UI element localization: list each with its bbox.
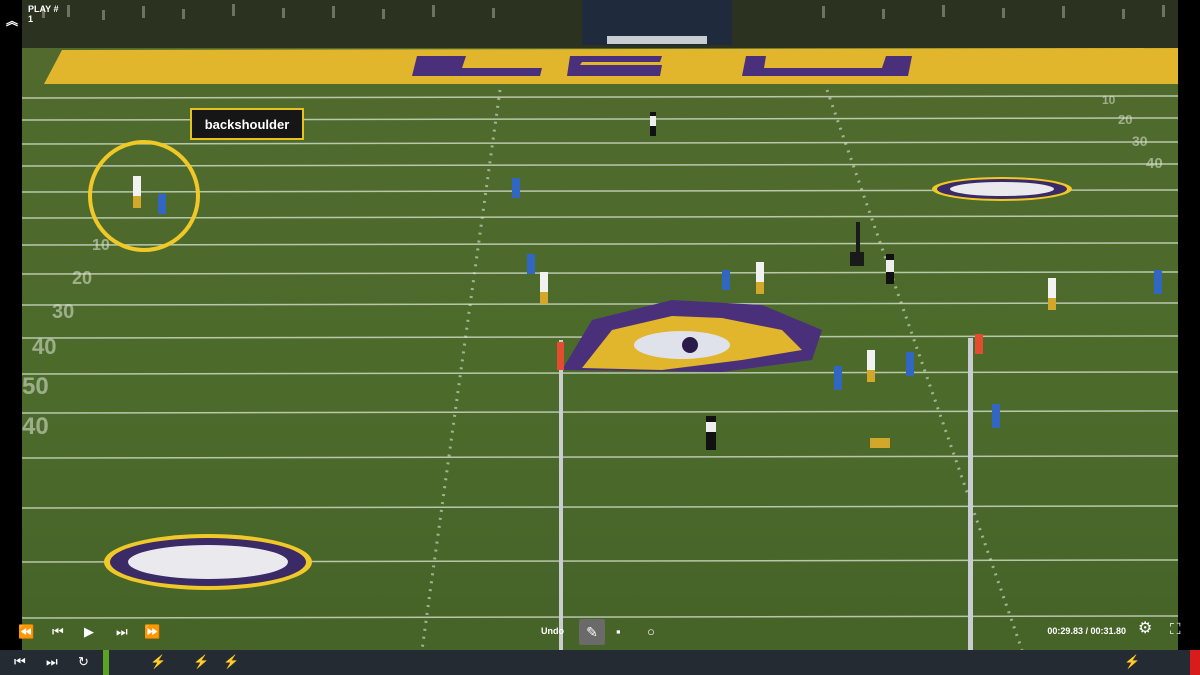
playback-controls: ⏪ ⏮ ▶ ⏭ ⏩ Undo ✎ ▪ ○ 00:29.83 / 00:31.80…	[0, 616, 1200, 650]
total-time: 00:31.80	[1090, 626, 1126, 636]
annotation-text: backshoulder	[204, 116, 290, 132]
pencil-icon[interactable]: ✎	[579, 619, 605, 645]
play-number: 1	[28, 14, 34, 24]
skip-start-icon[interactable]: ⏮	[14, 654, 26, 670]
skip-end-icon[interactable]: ⏭	[46, 654, 58, 670]
chevrons-up-icon[interactable]: ︽	[6, 12, 18, 29]
zigzag-marker-icon[interactable]: ⚡	[150, 654, 166, 670]
undo-button[interactable]: Undo	[541, 626, 564, 636]
svg-text:20: 20	[1118, 112, 1132, 127]
video-player[interactable]: 10 20 30 40 50 40 10 20 30 40 ︽ PLAY # 1…	[0, 0, 1200, 650]
svg-text:40: 40	[32, 334, 56, 359]
timeline-end-marker[interactable]	[1190, 650, 1200, 675]
svg-text:40: 40	[22, 413, 49, 440]
zigzag-marker-icon[interactable]: ⚡	[223, 654, 239, 670]
svg-text:50: 50	[22, 373, 49, 400]
timeline-bar: ⏮ ⏭ ↻ ⚡ ⚡ ⚡ ⚡	[0, 650, 1200, 675]
annotation-circle[interactable]	[88, 140, 200, 252]
svg-text:10: 10	[92, 237, 110, 254]
svg-text:30: 30	[1132, 133, 1148, 149]
svg-text:10: 10	[1102, 93, 1116, 107]
gear-icon[interactable]: ⚙	[1138, 621, 1152, 637]
current-time: 00:29.83	[1047, 626, 1083, 636]
zigzag-marker-icon[interactable]: ⚡	[1124, 654, 1140, 670]
rewind-icon[interactable]: ⏪	[18, 624, 34, 640]
comment-icon[interactable]: ▪	[616, 624, 621, 640]
fast-forward-icon[interactable]: ⏩	[144, 624, 160, 640]
step-back-icon[interactable]: ⏮	[52, 624, 64, 640]
timeline-current-marker[interactable]	[103, 650, 109, 675]
play-label-text: PLAY #	[28, 4, 59, 14]
fullscreen-icon[interactable]: ⛶	[1170, 622, 1181, 638]
refresh-icon[interactable]: ↻	[78, 654, 89, 670]
circle-icon[interactable]: ○	[647, 624, 655, 640]
svg-text:40: 40	[1146, 155, 1163, 172]
svg-text:20: 20	[72, 268, 92, 288]
play-number-label: PLAY # 1	[28, 4, 59, 24]
step-forward-icon[interactable]: ⏭	[116, 624, 128, 640]
football-field: 10 20 30 40 50 40 10 20 30 40	[22, 0, 1178, 650]
svg-text:30: 30	[52, 301, 74, 323]
annotation-label[interactable]: backshoulder	[190, 108, 304, 140]
play-icon[interactable]: ▶	[84, 624, 94, 640]
zigzag-marker-icon[interactable]: ⚡	[193, 654, 209, 670]
time-display: 00:29.83 / 00:31.80	[1047, 626, 1126, 636]
